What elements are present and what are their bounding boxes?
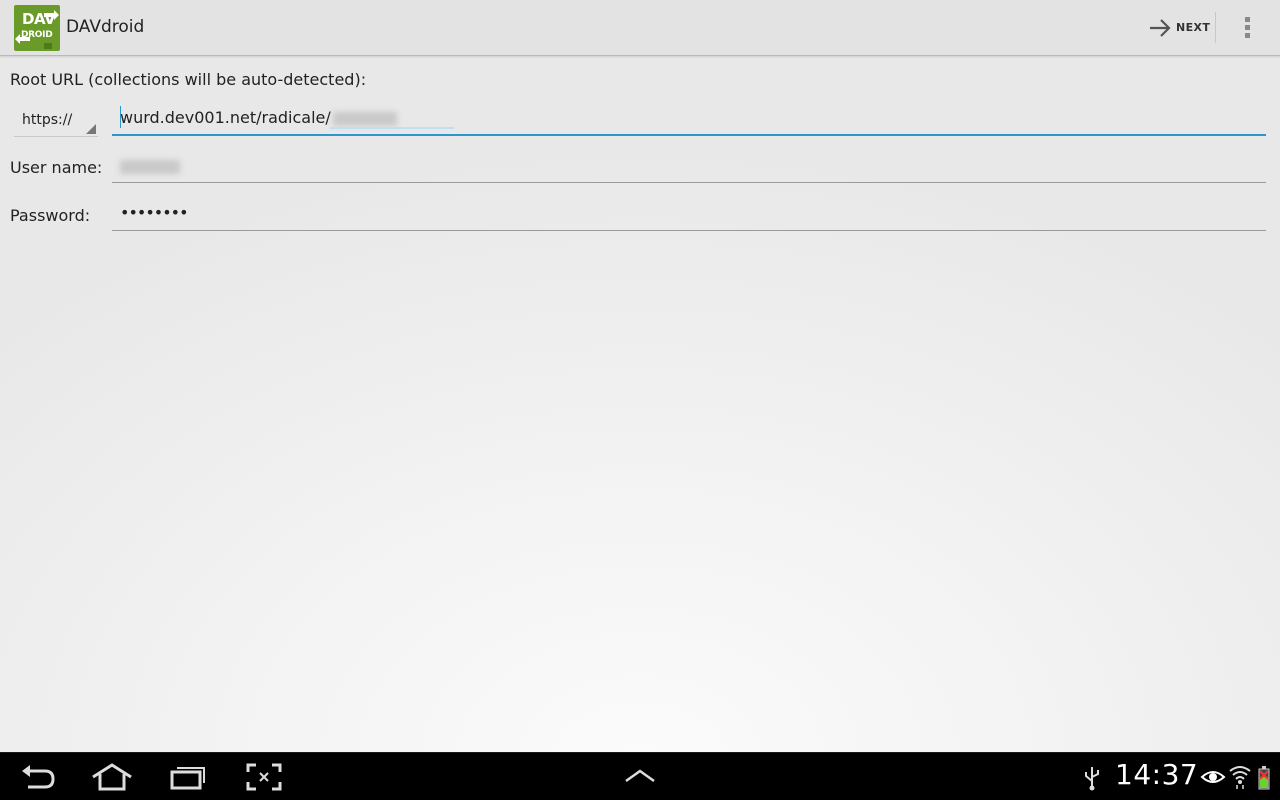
action-bar-divider	[1215, 12, 1216, 43]
username-input[interactable]	[112, 152, 1266, 183]
redacted-blur	[332, 111, 397, 126]
status-clock: 14:37	[1115, 758, 1199, 791]
recent-apps-icon[interactable]	[168, 763, 208, 791]
password-value: ••••••••	[120, 203, 188, 222]
logo-text-droid: DROID	[21, 30, 53, 40]
home-icon[interactable]	[90, 763, 134, 791]
text-cursor	[120, 106, 121, 128]
chevron-up-icon[interactable]	[624, 767, 656, 785]
username-label: User name:	[10, 158, 103, 177]
root-url-input[interactable]: wurd.dev001.net/radicale/	[112, 104, 1266, 136]
text-selection-highlight	[330, 127, 454, 129]
spinner-arrow-icon	[86, 124, 96, 134]
overflow-menu-icon	[1245, 17, 1250, 22]
protocol-spinner[interactable]: https://	[14, 106, 98, 137]
protocol-spinner-value: https://	[22, 112, 73, 128]
redacted-blur	[120, 159, 180, 174]
back-icon[interactable]	[20, 763, 58, 791]
arrow-right-icon	[1150, 18, 1171, 37]
overflow-menu-button[interactable]	[1232, 10, 1264, 46]
screenshot-icon[interactable]	[246, 763, 282, 791]
usb-icon	[1085, 767, 1099, 791]
battery-icon	[1258, 766, 1270, 790]
wifi-icon	[1229, 766, 1251, 789]
root-url-label: Root URL (collections will be auto-detec…	[10, 70, 367, 89]
logo-text-dav: DAV	[22, 10, 56, 28]
app-title: DAVdroid	[66, 17, 145, 37]
davdroid-logo-icon: DAV DROID	[14, 5, 60, 51]
next-button[interactable]: NEXT	[1140, 0, 1215, 55]
eye-icon	[1200, 771, 1226, 783]
next-button-label: NEXT	[1176, 21, 1211, 34]
action-bar: DAV DROID DAVdroid NEXT	[0, 0, 1280, 56]
root-url-value: wurd.dev001.net/radicale/	[120, 108, 397, 127]
password-label: Password:	[10, 206, 91, 225]
system-navigation-bar	[0, 752, 1280, 800]
username-value	[120, 156, 180, 175]
password-input[interactable]: ••••••••	[112, 200, 1266, 231]
